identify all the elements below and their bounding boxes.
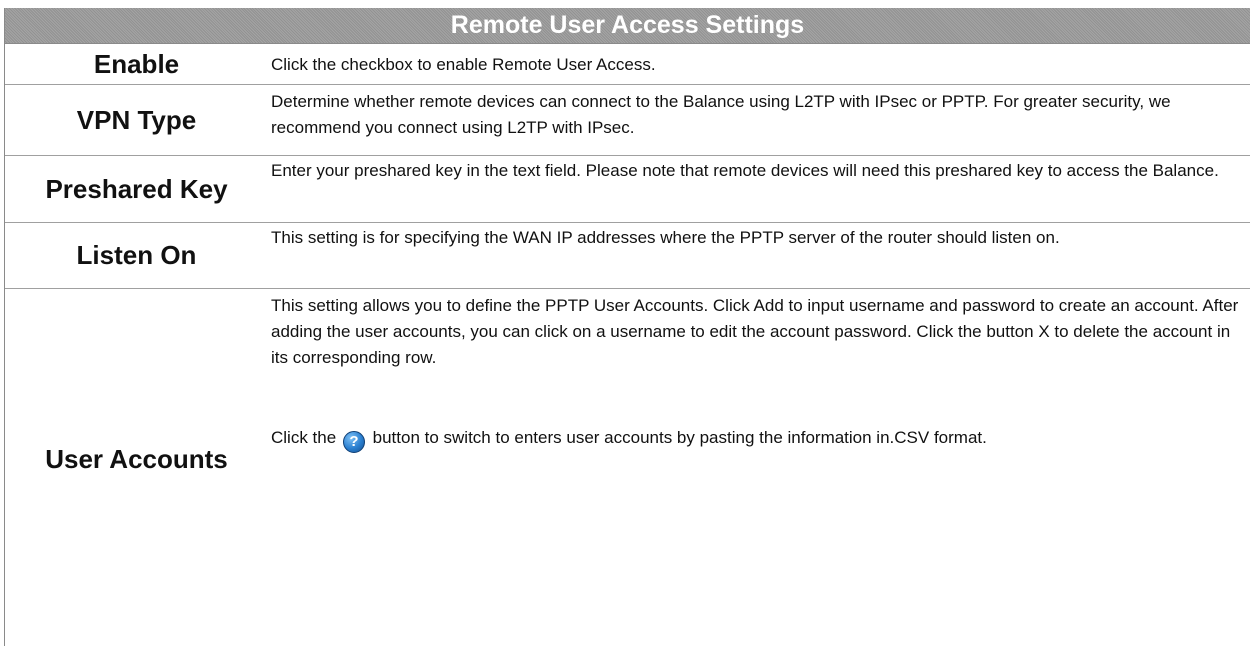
row-preshared-key: Preshared Key Enter your preshared key i… (5, 156, 1250, 223)
csv-paragraph: Click the ? button to switch to enters u… (271, 425, 1246, 453)
csv-text-before: Click the (271, 428, 337, 447)
row-vpn-type: VPN Type Determine whether remote device… (5, 85, 1250, 156)
row-label: User Accounts (45, 444, 228, 474)
help-question-icon: ? (342, 431, 365, 453)
row-description: This setting is for specifying the WAN I… (271, 228, 1060, 247)
row-description: Determine whether remote devices can con… (271, 92, 1171, 137)
row-description: This setting allows you to define the PP… (268, 289, 1250, 649)
section-title: Remote User Access Settings (450, 11, 805, 39)
row-listen-on: Listen On This setting is for specifying… (5, 223, 1250, 289)
row-label: VPN Type (76, 104, 197, 135)
row-description: Click the checkbox to enable Remote User… (271, 55, 656, 74)
row-label: Preshared Key (45, 173, 228, 204)
csv-text-after: button to switch to enters user accounts… (367, 428, 987, 447)
row-label: Enable (93, 48, 180, 79)
settings-table: Remote User Access Settings Enable Click… (4, 8, 1250, 646)
section-header: Remote User Access Settings (5, 8, 1250, 44)
row-label: Listen On (76, 240, 197, 270)
row-enable: Enable Click the checkbox to enable Remo… (5, 44, 1250, 85)
row-description: Enter your preshared key in the text fie… (271, 161, 1219, 180)
user-accounts-paragraph: This setting allows you to define the PP… (271, 296, 1239, 367)
row-user-accounts: User Accounts This setting allows you to… (5, 289, 1250, 649)
